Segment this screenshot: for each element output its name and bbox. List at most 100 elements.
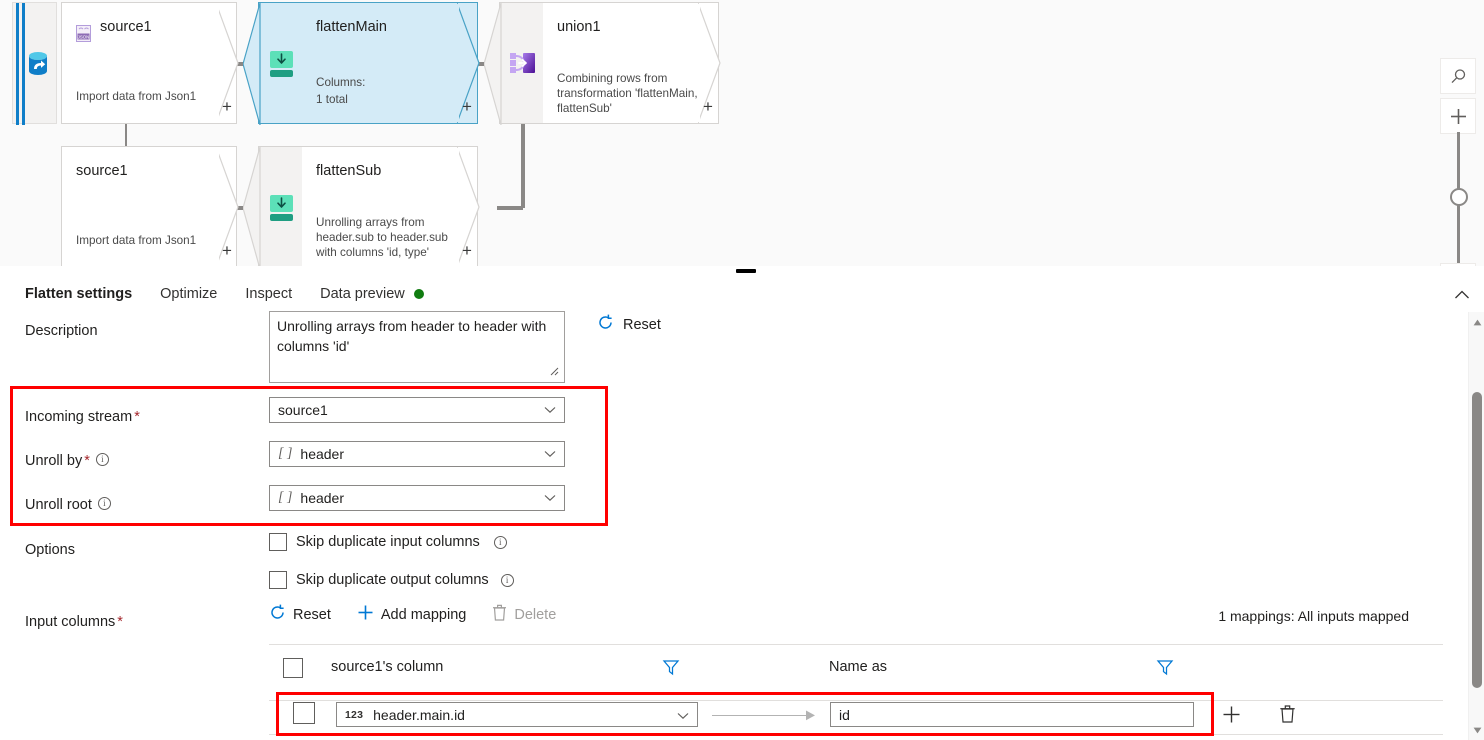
input-columns-label: Input columns * [25,614,123,630]
scrollbar-thumb[interactable] [1472,392,1482,688]
node-source1-bottom[interactable]: source1 Import data from Json1 + [61,146,239,267]
zoom-in-icon[interactable] [1440,98,1476,134]
mapping-target-name-input[interactable]: id [830,702,1194,727]
filter-icon[interactable] [1156,658,1174,676]
node-add-button[interactable]: + [703,98,713,115]
node-union1[interactable]: union1 Combining rows from transformatio… [543,2,721,124]
scroll-up-arrow-icon[interactable] [1469,314,1484,330]
chevron-down-icon [544,451,556,458]
mapping-source-column-value: header.main.id [373,706,465,723]
flatten-icon [270,51,293,82]
mapping-source-column-select[interactable]: 123 header.main.id [336,702,698,727]
search-icon[interactable] [1440,58,1476,94]
reset-mappings-button[interactable]: Reset [269,604,331,625]
required-marker: * [134,409,140,425]
table-bottom-divider [269,734,1443,735]
node-add-button[interactable]: + [462,242,472,259]
skip-duplicate-input-columns-row[interactable]: Skip duplicate input columns i [269,533,507,551]
chevron-down-icon [544,495,556,502]
info-icon[interactable]: i [493,535,507,549]
plus-icon [357,604,374,625]
add-row-icon[interactable] [1222,705,1241,724]
delete-row-icon[interactable] [1279,704,1296,723]
node-source1-top[interactable]: JSON source1 Import data from Json1 + [61,2,239,124]
node-flattensub[interactable]: flattenSub Unrolling arrays from header.… [302,146,480,267]
node-title: source1 [76,163,128,179]
chevron-down-icon [544,407,556,414]
scroll-down-arrow-icon[interactable] [1469,722,1484,738]
table-row-divider [269,700,1443,701]
flatten-icon [270,195,293,226]
node-title: flattenMain [316,19,387,35]
array-type-indicator: [ ] [278,490,293,505]
incoming-stream-label: Incoming stream * [25,409,140,425]
skip-duplicate-output-columns-checkbox[interactable] [269,571,287,589]
select-all-rows-checkbox[interactable] [283,658,303,678]
node-description: Import data from Json1 [76,90,197,103]
canvas-zoom-controls[interactable] [1440,58,1476,267]
node-add-button[interactable]: + [222,98,232,115]
mapping-row-checkbox[interactable] [293,702,315,724]
node-columns-label: Columns: [316,76,366,89]
union1-icon-slot[interactable] [484,2,543,125]
options-label: Options [25,542,75,558]
node-description: Unrolling arrays from header.sub to head… [316,216,448,259]
mapping-arrow-line [712,715,814,716]
unroll-root-select[interactable]: [ ] header [269,485,565,511]
settings-panel-scrollbar[interactable] [1468,312,1484,740]
column-type-indicator: 123 [345,708,364,721]
required-marker: * [84,453,90,469]
node-add-button[interactable]: + [222,242,232,259]
flattenmain-icon-slot[interactable] [243,2,302,125]
source-rail[interactable] [12,2,57,125]
data-flow-canvas[interactable]: JSON source1 Import data from Json1 + fl… [0,0,1484,268]
database-source-icon [27,51,49,82]
filter-icon[interactable] [662,658,680,676]
unroll-root-label-text: Unroll root [25,497,92,513]
node-flattenmain[interactable]: flattenMain Columns: 1 total + [302,2,480,124]
incoming-stream-select[interactable]: source1 [269,397,565,423]
incoming-stream-label-text: Incoming stream [25,409,133,425]
node-description: Combining rows from transformation 'flat… [557,72,698,115]
refresh-icon [269,604,286,625]
flatten-settings-panel: Description Reset Incoming stream* sourc… [0,306,1484,740]
skip-duplicate-input-columns-checkbox[interactable] [269,533,287,551]
info-icon[interactable]: i [95,453,109,466]
flattensub-icon-slot[interactable] [243,146,302,267]
data-flow-designer: JSON source1 Import data from Json1 + fl… [0,0,1484,740]
svg-text:JSON: JSON [78,35,90,40]
incoming-stream-value: source1 [278,402,328,418]
column-header-source: source1's column [331,659,444,675]
table-top-divider [269,644,1443,645]
add-mapping-button[interactable]: Add mapping [357,604,466,625]
skip-duplicate-output-columns-label: Skip duplicate output columns [296,572,489,588]
tab-label: Flatten settings [25,286,133,302]
chevron-up-icon[interactable] [1452,285,1472,305]
add-mapping-label: Add mapping [380,606,467,623]
unroll-root-label: Unroll root i [25,497,111,513]
info-icon[interactable]: i [500,573,514,587]
trash-icon [492,604,507,625]
tab-label: Inspect [245,286,293,302]
splitter-grip[interactable] [736,269,756,273]
unroll-root-value: header [300,490,344,506]
description-textarea[interactable] [269,311,565,383]
skip-duplicate-output-columns-row[interactable]: Skip duplicate output columns i [269,571,514,589]
tab-label: Optimize [160,286,218,302]
info-icon[interactable]: i [97,497,111,510]
data-preview-status-dot [413,289,424,299]
delete-mapping-button[interactable]: Delete [492,604,556,625]
panel-splitter[interactable] [0,266,1484,274]
zoom-slider-thumb[interactable] [1450,188,1468,206]
unroll-by-select[interactable]: [ ] header [269,441,565,467]
node-description: Import data from Json1 [76,234,197,247]
mapping-summary-note: 1 mappings: All inputs mapped [1218,608,1409,624]
node-columns-value: 1 total [316,93,348,106]
json-file-icon: JSON [76,25,91,47]
node-add-button[interactable]: + [462,98,472,115]
description-label: Description [25,323,98,339]
refresh-icon [597,314,614,336]
unroll-by-value: header [300,446,344,462]
tab-label: Data preview [320,286,405,302]
description-reset-button[interactable]: Reset [597,314,661,336]
